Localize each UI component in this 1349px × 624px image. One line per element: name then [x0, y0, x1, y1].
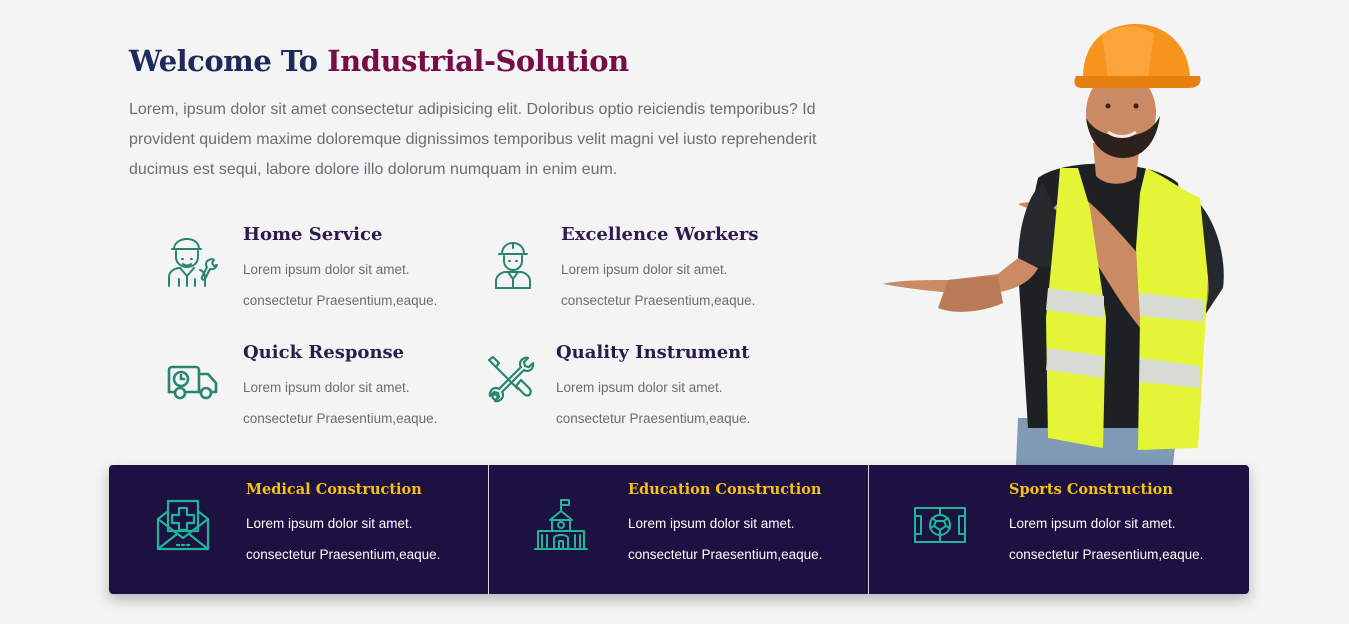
delivery-truck-icon: [165, 352, 221, 408]
feature-quality-instrument: Quality Instrument Lorem ipsum dolor sit…: [483, 342, 803, 452]
feature-text: consectetur Praesentium,eaque.: [243, 293, 438, 308]
service-text: Lorem ipsum dolor sit amet.: [1009, 516, 1176, 531]
wrench-tools-icon: [483, 352, 539, 408]
title-accent: Industrial-Solution: [327, 44, 629, 78]
feature-text: Lorem ipsum dolor sit amet.: [243, 380, 410, 395]
service-card-medical: Medical Construction Lorem ipsum dolor s…: [109, 465, 488, 594]
engineer-icon: [485, 234, 541, 290]
school-building-icon: [533, 497, 589, 553]
feature-title: Home Service: [243, 224, 383, 245]
feature-home-service: Home Service Lorem ipsum dolor sit amet.…: [165, 224, 485, 334]
feature-text: consectetur Praesentium,eaque.: [561, 293, 756, 308]
title-prefix: Welcome To: [129, 44, 318, 78]
construction-worker-image: [878, 18, 1248, 465]
service-text: consectetur Praesentium,eaque.: [628, 547, 823, 562]
feature-title: Quick Response: [243, 342, 405, 363]
feature-quick-response: Quick Response Lorem ipsum dolor sit ame…: [165, 342, 485, 452]
service-text: Lorem ipsum dolor sit amet.: [628, 516, 795, 531]
feature-text: consectetur Praesentium,eaque.: [556, 411, 751, 426]
feature-text: consectetur Praesentium,eaque.: [243, 411, 438, 426]
mechanic-icon: [165, 234, 221, 290]
services-band: Medical Construction Lorem ipsum dolor s…: [109, 465, 1249, 594]
feature-text: Lorem ipsum dolor sit amet.: [561, 262, 728, 277]
service-card-education: Education Construction Lorem ipsum dolor…: [489, 465, 868, 594]
feature-excellence-workers: Excellence Workers Lorem ipsum dolor sit…: [483, 224, 803, 334]
page-title: Welcome To Industrial-Solution: [129, 44, 629, 78]
service-text: consectetur Praesentium,eaque.: [246, 547, 441, 562]
football-field-icon: [912, 497, 968, 553]
service-title: Education Construction: [628, 481, 822, 498]
intro-paragraph: Lorem, ipsum dolor sit amet consectetur …: [129, 101, 817, 178]
service-title: Medical Construction: [246, 481, 422, 498]
feature-title: Quality Instrument: [556, 342, 750, 363]
service-card-sports: Sports Construction Lorem ipsum dolor si…: [869, 465, 1249, 594]
feature-text: Lorem ipsum dolor sit amet.: [556, 380, 723, 395]
service-text: consectetur Praesentium,eaque.: [1009, 547, 1204, 562]
feature-text: Lorem ipsum dolor sit amet.: [243, 262, 410, 277]
service-title: Sports Construction: [1009, 481, 1173, 498]
service-text: Lorem ipsum dolor sit amet.: [246, 516, 413, 531]
medical-envelope-icon: [155, 497, 211, 553]
feature-title: Excellence Workers: [561, 224, 759, 245]
